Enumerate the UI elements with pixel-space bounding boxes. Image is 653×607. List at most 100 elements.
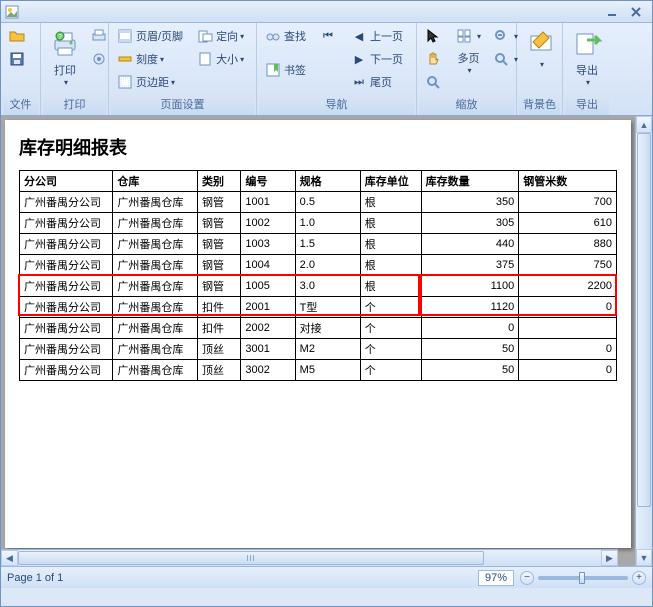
table-cell: 305 — [421, 213, 519, 234]
print-button[interactable]: ? 打印 ▾ — [45, 25, 85, 90]
next-page-button[interactable]: ▶下一页 — [347, 48, 407, 70]
table-cell: 钢管 — [198, 213, 241, 234]
last-page-icon: ⏭ — [351, 74, 367, 90]
scale-button[interactable]: 刻度▾ — [113, 48, 187, 70]
first-page-button[interactable]: ⏮ — [316, 25, 343, 47]
table-cell: 700 — [519, 192, 617, 213]
save-button[interactable] — [5, 48, 32, 70]
zoom-slider[interactable] — [538, 576, 628, 580]
dropdown-arrow-icon: ▾ — [64, 78, 68, 87]
arrow-right-icon: ▶ — [351, 51, 367, 67]
table-cell: 对接 — [295, 318, 360, 339]
window-minimize-button[interactable] — [600, 4, 624, 20]
table-cell: 扣件 — [198, 297, 241, 318]
horizontal-scrollbar[interactable]: ◀ ▶ — [1, 549, 618, 566]
table-cell: 钢管 — [198, 255, 241, 276]
table-header: 分公司 — [20, 171, 113, 192]
page-size-icon — [197, 51, 213, 67]
svg-text:?: ? — [58, 34, 62, 41]
table-cell: 根 — [360, 192, 421, 213]
table-cell: 1005 — [241, 276, 295, 297]
table-header: 规格 — [295, 171, 360, 192]
table-cell: 1004 — [241, 255, 295, 276]
table-header: 库存单位 — [360, 171, 421, 192]
page-indicator: Page 1 of 1 — [7, 572, 63, 584]
open-button[interactable] — [5, 25, 32, 47]
zoom-icon — [493, 51, 509, 67]
table-cell: 广州番禺仓库 — [113, 339, 198, 360]
arrow-left-icon: ◀ — [351, 28, 367, 44]
table-row: 广州番禺分公司广州番禺仓库钢管10042.0根375750 — [20, 255, 617, 276]
prev-page-button[interactable]: ◀上一页 — [347, 25, 407, 47]
table-cell: 广州番禺分公司 — [20, 234, 113, 255]
ribbon-group-label: 背景色 — [519, 94, 560, 115]
table-row: 广州番禺分公司广州番禺仓库顶丝3001M2个500 — [20, 339, 617, 360]
table-cell: 0.5 — [295, 192, 360, 213]
status-bar: Page 1 of 1 97% − + — [1, 566, 652, 588]
table-cell: 3001 — [241, 339, 295, 360]
table-cell: 1002 — [241, 213, 295, 234]
last-page-button[interactable]: ⏭尾页 — [347, 71, 407, 93]
orientation-button[interactable]: 定向▾ — [193, 25, 248, 47]
table-cell: 1.0 — [295, 213, 360, 234]
bgcolor-button[interactable]: ▾ — [521, 25, 561, 72]
table-cell: M5 — [295, 360, 360, 381]
many-pages-big-button[interactable]: 多页▾ — [452, 48, 485, 78]
printer-small-icon — [91, 28, 107, 44]
export-icon — [571, 28, 603, 60]
magnifier-button[interactable] — [421, 71, 448, 93]
scroll-left-button[interactable]: ◀ — [1, 550, 18, 566]
table-cell: 1120 — [421, 297, 519, 318]
multi-page-icon — [456, 28, 472, 44]
table-cell: 3.0 — [295, 276, 360, 297]
table-cell: 广州番禺仓库 — [113, 192, 198, 213]
table-cell: 钢管 — [198, 276, 241, 297]
ribbon-group-page-setup: 页眉/页脚 刻度▾ 页边距▾ 定向▾ 大小▾ 页面设置 — [109, 23, 257, 115]
scroll-right-button[interactable]: ▶ — [601, 550, 618, 566]
table-cell: 2200 — [519, 276, 617, 297]
hand-button[interactable] — [421, 48, 448, 70]
table-cell: 350 — [421, 192, 519, 213]
size-button[interactable]: 大小▾ — [193, 48, 248, 70]
table-cell: 根 — [360, 255, 421, 276]
many-pages-button[interactable]: ▾ — [452, 25, 485, 47]
margins-icon — [117, 74, 133, 90]
margins-button[interactable]: 页边距▾ — [113, 71, 187, 93]
table-cell: 0 — [519, 339, 617, 360]
table-row: 广州番禺分公司广州番禺仓库钢管10053.0根11002200 — [20, 276, 617, 297]
paint-bucket-icon — [525, 28, 557, 60]
zoom-slider-knob[interactable] — [579, 572, 585, 584]
table-cell: 2.0 — [295, 255, 360, 276]
vscroll-thumb[interactable] — [637, 133, 651, 507]
orientation-icon — [197, 28, 213, 44]
find-button[interactable]: 查找 — [261, 25, 310, 47]
app-icon — [5, 5, 19, 19]
table-cell: 440 — [421, 234, 519, 255]
header-footer-button[interactable]: 页眉/页脚 — [113, 25, 187, 47]
table-row: 广州番禺分公司广州番禺仓库扣件2002对接个0 — [20, 318, 617, 339]
zoom-minus-button[interactable]: − — [520, 571, 534, 585]
pointer-button[interactable] — [421, 25, 448, 47]
hscroll-thumb[interactable] — [18, 551, 484, 565]
table-cell: 钢管 — [198, 234, 241, 255]
binoculars-icon — [265, 28, 281, 44]
table-cell: 钢管 — [198, 192, 241, 213]
table-header: 编号 — [241, 171, 295, 192]
bookmark-button[interactable]: 书签 — [261, 48, 310, 92]
export-button[interactable]: 导出▾ — [567, 25, 607, 90]
window-close-button[interactable] — [624, 4, 648, 20]
scroll-down-button[interactable]: ▼ — [636, 549, 652, 566]
zoom-out-icon — [493, 28, 509, 44]
scroll-up-button[interactable]: ▲ — [636, 116, 652, 133]
report-table: 分公司仓库类别编号规格库存单位库存数量钢管米数广州番禺分公司广州番禺仓库钢管10… — [19, 170, 617, 381]
vertical-scrollbar[interactable]: ▲ ▼ — [635, 116, 652, 566]
zoom-plus-button[interactable]: + — [632, 571, 646, 585]
report-page: 库存明细报表 分公司仓库类别编号规格库存单位库存数量钢管米数广州番禺分公司广州番… — [5, 120, 631, 548]
table-cell: 1001 — [241, 192, 295, 213]
table-cell: 1.5 — [295, 234, 360, 255]
table-header: 类别 — [198, 171, 241, 192]
zoom-percent[interactable]: 97% — [478, 570, 514, 586]
bookmark-icon — [265, 62, 281, 78]
table-cell: 根 — [360, 276, 421, 297]
table-cell: 根 — [360, 234, 421, 255]
